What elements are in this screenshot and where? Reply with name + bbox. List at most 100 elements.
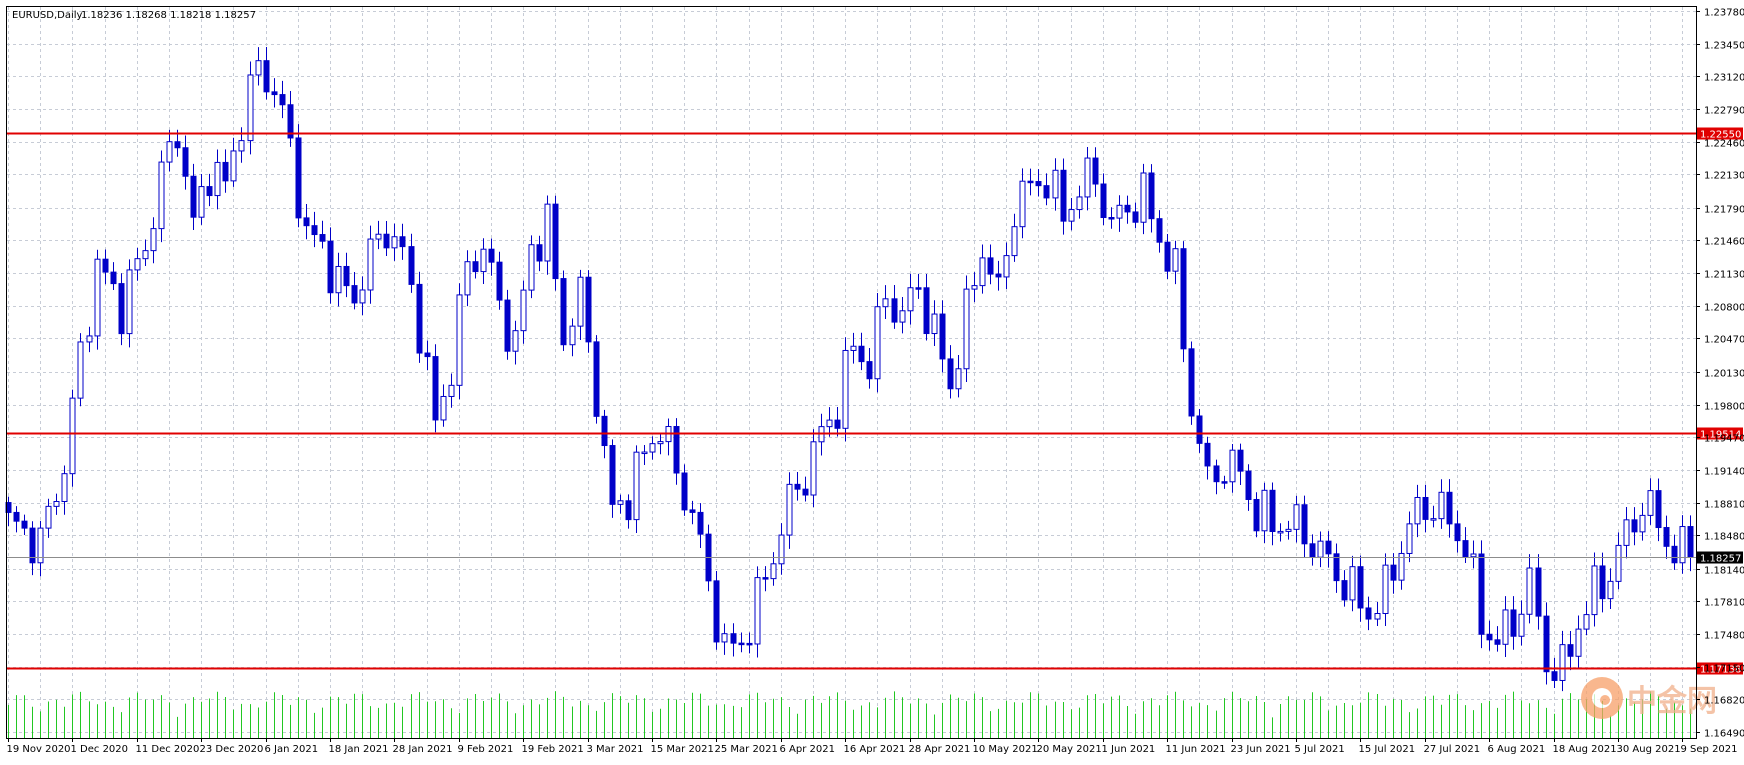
candle-body-bear: [279, 94, 286, 106]
candle-body-bear: [1663, 527, 1670, 547]
candle-body-bear: [939, 313, 946, 360]
candle-body-bear: [585, 276, 592, 343]
candle-body-bull: [198, 186, 205, 218]
candle-body-bull: [528, 244, 535, 291]
candle-body-bear: [1454, 523, 1461, 542]
candle-body-bear: [1301, 504, 1308, 545]
time-tick-label: 9 Sep 2021: [1681, 744, 1738, 755]
candle-body-bear: [915, 287, 922, 290]
time-tick-label: 9 Feb 2021: [458, 744, 514, 755]
candle: [633, 445, 640, 534]
candle-body-bull: [649, 443, 656, 453]
candle-body-bear: [424, 352, 431, 358]
candle-body-bear: [327, 240, 334, 294]
candle-body-bull: [359, 289, 366, 304]
candle-body-bear: [504, 299, 511, 352]
candle-body-bear: [1269, 489, 1276, 533]
candle-body-bear: [697, 511, 704, 535]
candle: [528, 235, 535, 299]
candle-body-bear: [174, 141, 181, 149]
candle-body-bull: [1003, 255, 1010, 278]
candle-body-bear: [1357, 566, 1364, 609]
candle-body-bull: [375, 233, 382, 240]
candle-body-bear: [1551, 671, 1558, 681]
candle-body-bear: [1148, 172, 1155, 220]
candle-body-bear: [1253, 498, 1260, 532]
time-tick-label: 23 Dec 2020: [200, 744, 264, 755]
candle-body-bull: [391, 236, 398, 249]
candle-body-bear: [1188, 348, 1195, 417]
candle-body-bear: [891, 298, 898, 323]
candle-body-bull: [931, 313, 938, 335]
candle: [94, 249, 101, 350]
candle-body-bull: [1349, 566, 1356, 601]
chart-symbol-label: EURUSD,Daily: [12, 10, 83, 21]
candle-body-bull: [86, 335, 93, 343]
candle-body-bull: [1068, 209, 1075, 222]
candle-body-bull: [754, 577, 761, 645]
candle-body-bear: [1060, 169, 1067, 222]
candle-body-bull: [1084, 157, 1091, 198]
price-tick-label: 1.17810: [1704, 598, 1744, 609]
candle-body-bull: [569, 325, 576, 346]
time-tick-label: 18 Jan 2021: [329, 744, 389, 755]
candle-body-bull: [1414, 496, 1421, 525]
candle: [1180, 241, 1187, 363]
price-tick-label: 1.18810: [1704, 500, 1744, 511]
candle-body-bear: [1043, 185, 1050, 199]
time-tick-label: 6 Jan 2021: [265, 744, 319, 755]
candle-body-bear: [1390, 564, 1397, 581]
candle-body-bull: [440, 395, 447, 421]
time-tick-label: 6 Apr 2021: [780, 744, 835, 755]
candlestick-chart[interactable]: 1.225501.195141.171381.18257 中金网 1.23780…: [0, 0, 1744, 765]
candle-body-bull: [1607, 580, 1614, 600]
candle-body-bear: [21, 520, 28, 529]
candle-body-bear: [601, 415, 608, 447]
candle-body-bear: [263, 60, 270, 93]
candle-body-bear: [472, 261, 479, 273]
candle-body-bear: [560, 278, 567, 346]
candle-body-bear: [1092, 157, 1099, 185]
time-tick-label: 3 Mar 2021: [587, 744, 644, 755]
time-tick-label: 19 Feb 2021: [522, 744, 584, 755]
candle-body-bear: [746, 642, 753, 646]
candle-body-bear: [609, 445, 616, 505]
candle-body-bear: [858, 345, 865, 363]
time-tick-label: 16 Apr 2021: [844, 744, 906, 755]
price-tick-label: 1.20130: [1704, 369, 1744, 380]
price-tick-label: 1.22130: [1704, 171, 1744, 182]
candle-body-bear: [593, 341, 600, 417]
candle-body-bull: [1430, 518, 1437, 521]
candle-body-bear: [222, 161, 229, 182]
time-tick-label: 15 Jul 2021: [1359, 744, 1416, 755]
candle-body-bull: [1116, 204, 1123, 219]
candle-body-bear: [730, 633, 737, 644]
candle: [874, 293, 881, 393]
candle-body-bull: [214, 161, 221, 197]
candle-body-bear: [762, 577, 769, 580]
candle-body-bull: [907, 287, 914, 312]
candle-body-bear: [343, 265, 350, 287]
time-tick-label: 15 Mar 2021: [651, 744, 714, 755]
candle: [247, 61, 254, 155]
candle-body-bull: [448, 384, 455, 397]
candle-body-bear: [1100, 183, 1107, 219]
candle-body-bull: [1317, 540, 1324, 558]
candle: [77, 333, 84, 407]
candle-body-bear: [1543, 615, 1550, 673]
candle-body-bull: [1293, 504, 1300, 530]
watermark-logo-dot-icon: [1600, 695, 1610, 705]
chart-ohlc-label: 1.18236 1.18268 1.18218 1.18257: [81, 10, 256, 21]
candle-body-bear: [1478, 553, 1485, 635]
candle-body-bull: [142, 250, 149, 260]
chart-window[interactable]: 1.22550 1.19514 1.17138 1.18257 中金网 1.23780…: [0, 0, 1744, 765]
price-tick-label: 1.20470: [1704, 335, 1744, 346]
time-tick-label: 5 Jul 2021: [1295, 744, 1345, 755]
candle-body-bull: [1172, 248, 1179, 272]
candle-body-bear: [416, 283, 423, 354]
time-tick-label: 11 Dec 2020: [136, 744, 200, 755]
candle-body-bull: [874, 306, 881, 380]
candle-body-bear: [1221, 481, 1228, 484]
time-tick-label: 25 Mar 2021: [715, 744, 778, 755]
time-tick-label: 18 Aug 2021: [1553, 744, 1617, 755]
